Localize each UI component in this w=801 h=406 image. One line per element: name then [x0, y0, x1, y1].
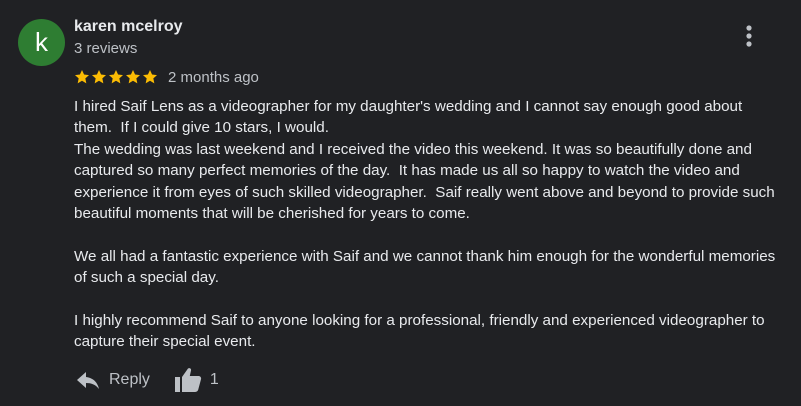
review-line: The wedding was last weekend and I recei…	[74, 140, 752, 158]
review-line: beautiful moments that will be cherished…	[74, 205, 470, 223]
more-vert-icon	[746, 25, 752, 47]
rating-row: 2 months ago	[74, 66, 259, 88]
star-rating	[74, 69, 159, 85]
thumbs-up-icon	[174, 368, 202, 392]
review-count: 3 reviews	[74, 40, 138, 57]
review-paragraph: We all had a fantastic experience with S…	[74, 246, 792, 289]
star-icon	[92, 70, 106, 84]
star-icon	[109, 70, 123, 84]
review-paragraph: I hired Saif Lens as a videographer for …	[74, 96, 792, 224]
star-icon	[126, 70, 140, 84]
reply-icon	[77, 372, 99, 389]
review-line: of such a special day.	[74, 269, 219, 287]
review-card: k karen mcelroy 3 reviews 2 months ago I…	[0, 0, 801, 406]
review-paragraph: I highly recommend Saif to anyone lookin…	[74, 310, 792, 353]
review-line: them. If I could give 10 stars, I would.	[74, 119, 329, 137]
review-line: I hired Saif Lens as a videographer for …	[74, 98, 743, 115]
more-options-button[interactable]	[735, 20, 763, 52]
review-line: experience it from eyes of such skilled …	[74, 183, 775, 201]
review-line: I highly recommend Saif to anyone lookin…	[74, 312, 765, 330]
review-line: capture their special event.	[74, 333, 256, 351]
reply-button[interactable]: Reply	[76, 369, 150, 391]
avatar[interactable]: k	[18, 19, 65, 66]
review-date: 2 months ago	[168, 68, 259, 86]
review-line: We all had a fantastic experience with S…	[74, 247, 776, 265]
reviewer-name[interactable]: karen mcelroy	[74, 18, 183, 36]
star-icon	[75, 70, 89, 84]
review-line: captured so many perfect memories of the…	[74, 162, 740, 180]
like-count: 1	[209, 371, 219, 388]
like-button[interactable]: 1	[174, 367, 219, 393]
review-text: I hired Saif Lens as a videographer for …	[74, 96, 792, 353]
star-icon	[143, 70, 157, 84]
review-actions: Reply 1	[76, 365, 219, 395]
reply-label: Reply	[109, 371, 150, 388]
